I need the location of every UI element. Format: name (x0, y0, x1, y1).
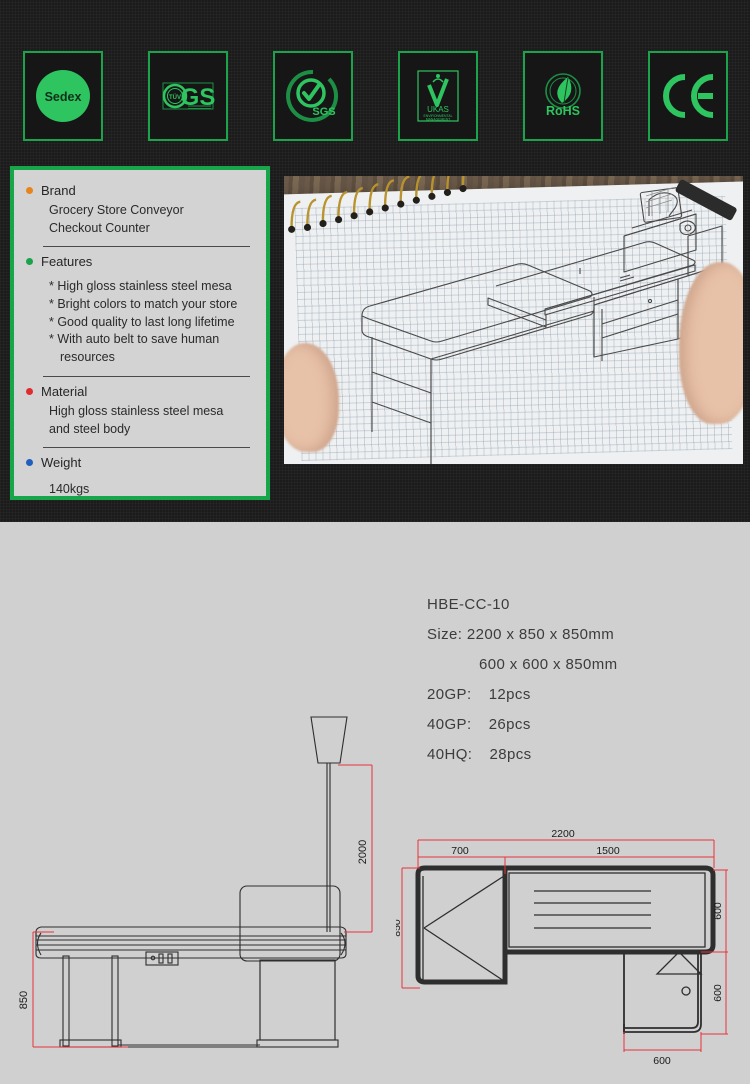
svg-text:TÜV: TÜV (169, 94, 181, 101)
weight-value: 140kgs (26, 481, 254, 499)
info-block-material: Material High gloss stainless steel mesa… (26, 383, 254, 442)
dim-label-pole-height: 2000 (357, 840, 369, 864)
pedestal-right (259, 959, 336, 1041)
divider-2 (43, 375, 250, 377)
dim-label-front-height: 850 (18, 991, 30, 1009)
features-heading: Features (41, 254, 93, 270)
bagging-area-outline (415, 865, 508, 985)
divider-1 (43, 246, 250, 248)
feature-item: * Good quality to last long lifetime (49, 314, 235, 329)
tuv-gs-badge-icon: TÜV GS (162, 82, 215, 111)
rohs-badge-icon: RoHS (544, 73, 581, 118)
svg-text:GS: GS (180, 84, 215, 111)
certification-badge-row: Sedex TÜV GS SGS UKAS ENVIRONMENTAL MANA… (0, 51, 750, 141)
features-list: * High gloss stainless steel mesa * Brig… (26, 278, 254, 367)
weight-heading-row: Weight (26, 454, 254, 473)
dim-label-top-depth: 600 (712, 902, 724, 920)
info-block-weight: Weight 140kgs (26, 454, 254, 503)
material-line-1: High gloss stainless steel mesa (49, 403, 224, 418)
feature-item: * High gloss stainless steel mesa (49, 279, 232, 294)
svg-text:Sedex: Sedex (44, 90, 81, 104)
cert-badge-ukas: UKAS ENVIRONMENTAL MANAGEMENT (397, 51, 478, 141)
bullet-red-icon (26, 387, 33, 395)
loading-row-40gp: 40GP: 26pcs (427, 710, 727, 740)
ce-badge-icon (662, 74, 713, 118)
material-line-2: and steel body (49, 421, 131, 436)
svg-text:RoHS: RoHS (545, 104, 579, 118)
cert-badge-sgs: SGS (272, 51, 353, 141)
bullet-green-icon (26, 258, 33, 266)
dim-label-lower-width: 600 (653, 1055, 671, 1067)
brand-line-1: Grocery Store Conveyor (49, 202, 184, 217)
material-heading-row: Material (26, 383, 254, 402)
dim-label-lower-depth: 600 (712, 984, 724, 1002)
loading-row-20gp: 20GP: 12pcs (427, 680, 727, 710)
sgs-badge-icon: SGS (285, 69, 338, 122)
model-number: HBE-CC-10 (427, 596, 510, 613)
cert-badge-tuv-gs: TÜV GS (147, 51, 228, 141)
cert-badge-rohs: RoHS (522, 51, 603, 141)
monitor-head (310, 716, 348, 764)
material-value: High gloss stainless steel mesa and stee… (26, 403, 254, 439)
leg-left-inner (111, 955, 119, 1047)
sedex-badge-icon: Sedex (35, 70, 90, 122)
conveyor-top (35, 926, 347, 937)
loading-label: 20GP: (427, 686, 472, 703)
loading-value: 12pcs (488, 686, 531, 703)
feature-item: * With auto belt to save human (49, 332, 220, 347)
dim-label-belt-length: 1500 (596, 845, 620, 857)
loading-value: 28pcs (489, 746, 532, 763)
foot-right (256, 1039, 339, 1048)
feature-item: * Bright colors to match your store (49, 296, 238, 311)
weight-text: 140kgs (49, 482, 90, 497)
bullet-blue-icon (26, 459, 33, 467)
svg-text:UKAS: UKAS (427, 105, 449, 114)
checkout-counter-sketch (361, 187, 723, 464)
weight-heading: Weight (41, 455, 82, 471)
info-block-features: Features * High gloss stainless steel me… (26, 253, 254, 371)
loading-value: 26pcs (488, 716, 531, 733)
size-line-1: Size: 2200 x 850 x 850mm (427, 626, 615, 643)
cert-badge-ce (647, 51, 728, 141)
features-heading-row: Features (26, 253, 254, 272)
dim-label-bagging-length: 700 (451, 845, 469, 857)
svg-text:MANAGEMENT: MANAGEMENT (425, 118, 449, 122)
ukas-badge-icon: UKAS ENVIRONMENTAL MANAGEMENT (416, 70, 459, 122)
loading-label: 40HQ: (427, 746, 473, 763)
loading-row-40hq: 40HQ: 28pcs (427, 740, 727, 770)
plan-view-drawing: 2200 700 1500 850 600 600 600 (396, 828, 728, 1067)
specification-text-block: HBE-CC-10 Size: 2200 x 850 x 850mm 600 x… (427, 590, 727, 770)
brand-value: Grocery Store Conveyor Checkout Counter (26, 202, 254, 238)
svg-text:SGS: SGS (312, 106, 335, 118)
feature-item-continuation: resources (60, 350, 115, 365)
product-sketch-photo (284, 176, 743, 464)
brand-heading-row: Brand (26, 182, 254, 201)
dim-label-counter-depth: 850 (396, 919, 403, 937)
info-block-brand: Brand Grocery Store Conveyor Checkout Co… (26, 182, 254, 241)
divider-3 (43, 447, 250, 449)
cert-badge-sedex: Sedex (22, 51, 103, 141)
material-heading: Material (41, 383, 88, 399)
front-view-drawing: 850 2000 (18, 716, 373, 1048)
product-info-panel: Brand Grocery Store Conveyor Checkout Co… (10, 166, 270, 500)
bullet-orange-icon (26, 187, 33, 194)
brand-heading: Brand (41, 183, 76, 198)
size-line-2: 600 x 600 x 850mm (479, 656, 618, 673)
brand-line-2: Checkout Counter (49, 220, 150, 235)
loading-label: 40GP: (427, 716, 472, 733)
conveyor-body-outline (502, 865, 716, 955)
triangle-marker (655, 951, 703, 975)
leg-left-outer (62, 955, 70, 1047)
dim-label-overall-length: 2200 (551, 828, 575, 840)
